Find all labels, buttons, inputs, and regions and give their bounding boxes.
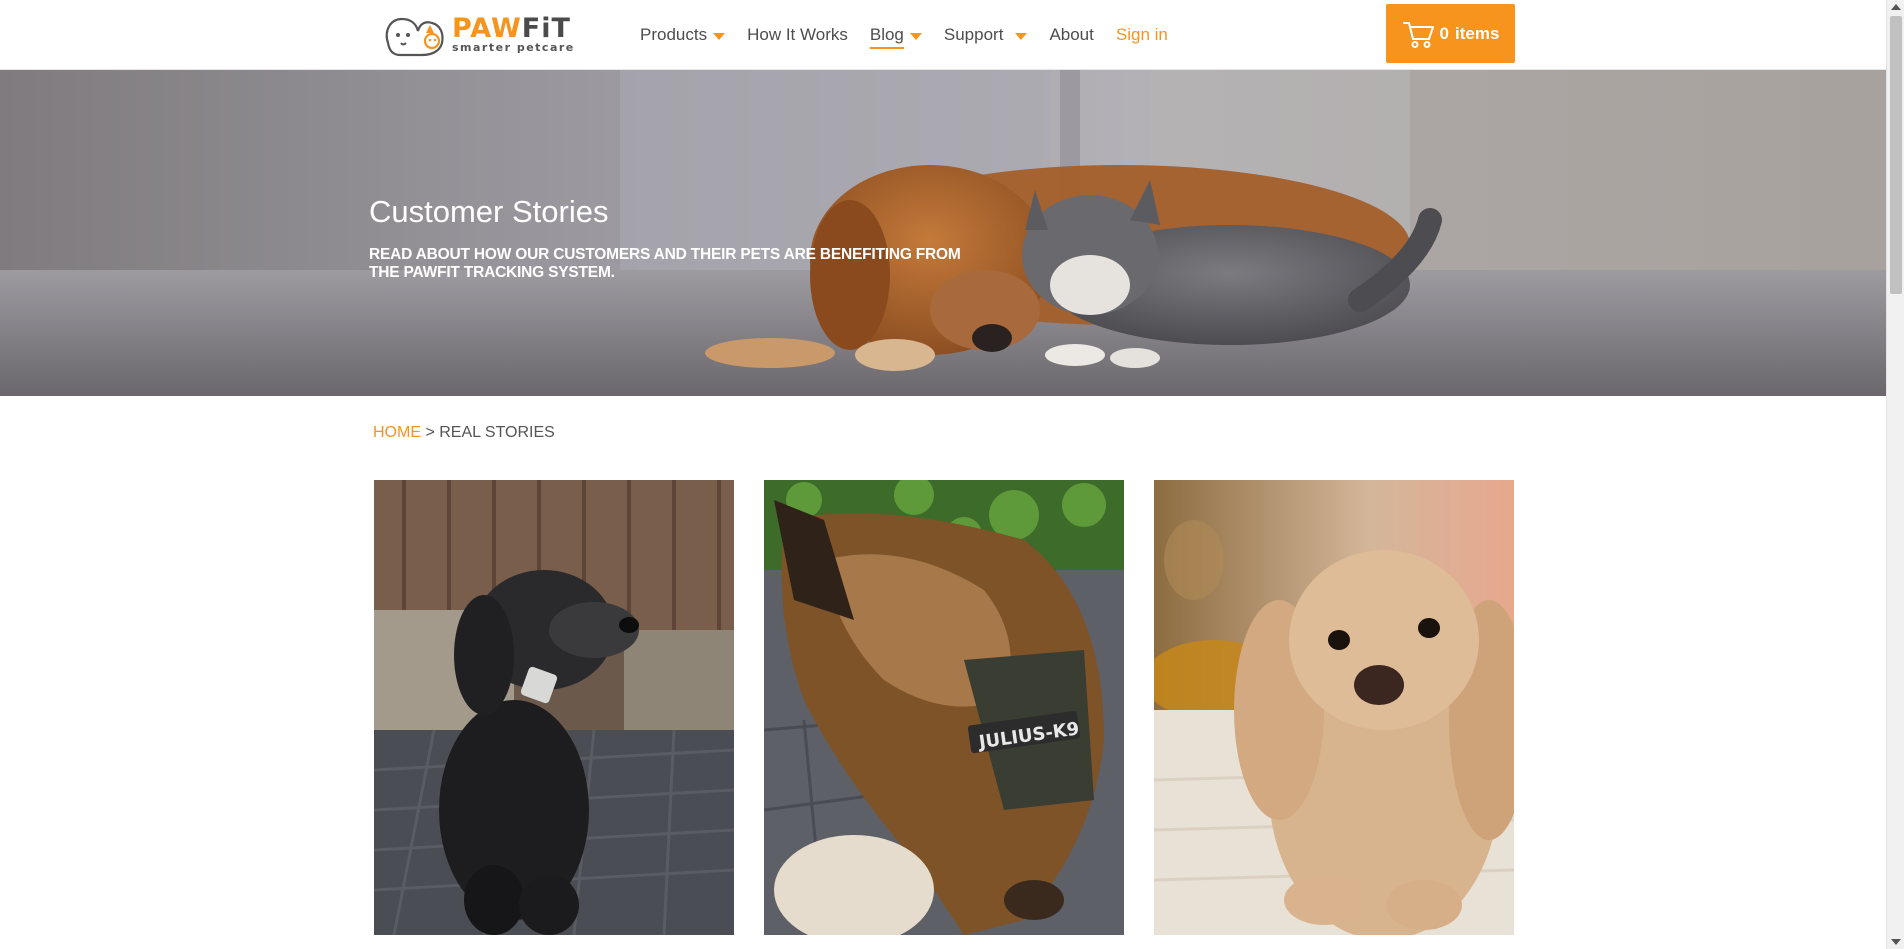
main-nav: Products How It Works Blog Support About… [640,0,1190,70]
breadcrumb: HOME > REAL STORIES [373,424,555,442]
scroll-up-arrow-icon[interactable] [1891,4,1901,10]
scrollbar-thumb[interactable] [1890,16,1902,294]
chevron-down-icon [1015,32,1028,40]
nav-blog[interactable]: Blog [869,0,922,70]
nav-products-label: Products [640,25,708,44]
nav-how-it-works-label: How It Works [747,25,848,44]
story-card-2[interactable]: JULIUS-K9 [764,480,1124,935]
sign-in-link[interactable]: Sign in [1116,0,1168,70]
breadcrumb-home-link[interactable]: HOME [373,424,421,441]
hero-title: Customer Stories [369,194,609,229]
nav-about[interactable]: About [1049,0,1093,70]
nav-products[interactable]: Products [640,0,726,70]
nav-blog-label: Blog [869,21,904,49]
scroll-down-arrow-icon[interactable] [1891,939,1901,945]
logo-word-fit: FiT [521,13,571,44]
story-image-cocker-spaniel [1154,480,1514,935]
story-image-german-shepherd: JULIUS-K9 [764,480,1124,935]
hero-banner: Customer Stories READ ABOUT HOW OUR CUST… [0,70,1886,396]
site-header: PAWFiT smarter petcare Products How It W… [0,0,1886,70]
dog-cat-logo-icon [385,17,444,57]
nav-support-label: Support [943,25,1004,44]
chevron-down-icon [909,32,922,40]
chevron-down-icon [713,32,726,40]
nav-how-it-works[interactable]: How It Works [747,0,848,70]
breadcrumb-current: REAL STORIES [439,424,555,441]
logo-tagline: smarter petcare [452,41,575,54]
story-card-3[interactable] [1154,480,1514,935]
page-scrollbar[interactable] [1886,0,1904,949]
nav-about-label: About [1049,25,1094,44]
hero-subtitle: READ ABOUT HOW OUR CUSTOMERS AND THEIR P… [369,246,961,281]
sign-in-label: Sign in [1115,25,1168,44]
logo-word-paw: PAW [452,13,522,44]
breadcrumb-separator: > [425,424,435,441]
cart-items-label: items [1455,23,1500,43]
cart-icon [1402,21,1434,48]
cart-count: 0 [1439,23,1450,43]
nav-support[interactable]: Support [944,0,1028,70]
hero-image-dog-and-cat [0,70,1886,396]
story-card-1[interactable] [374,480,734,935]
cart-button[interactable]: 0 items [1386,4,1515,63]
pawfit-logo[interactable]: PAWFiT smarter petcare [382,12,575,58]
story-image-black-dog [374,480,734,935]
